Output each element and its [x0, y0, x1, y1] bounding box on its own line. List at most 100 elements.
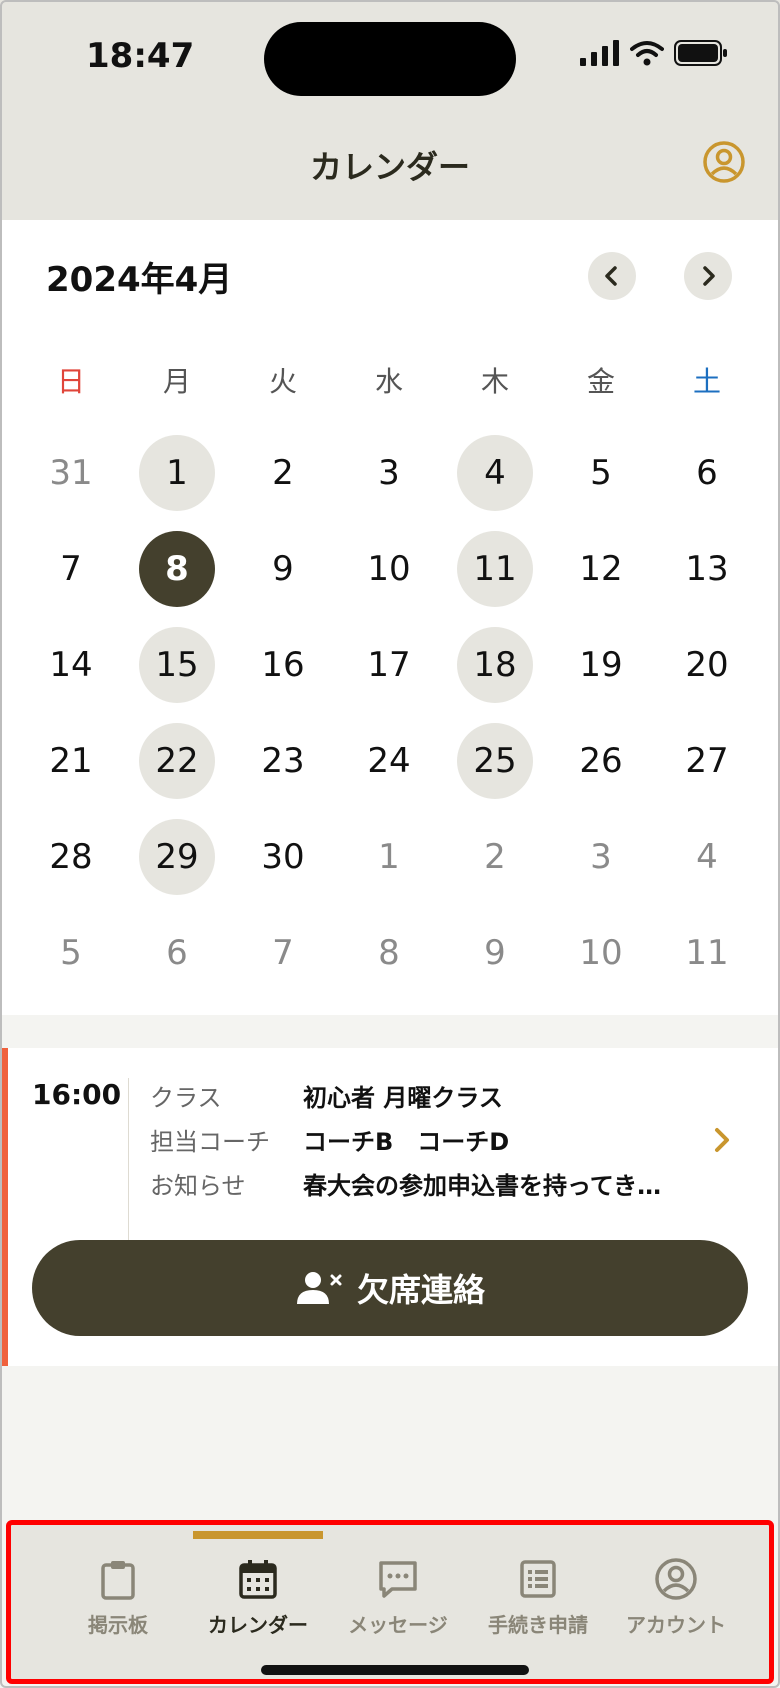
calendar-day[interactable]: 1 [336, 809, 442, 905]
calendar-day[interactable]: 27 [654, 713, 760, 809]
calendar-day-number: 17 [367, 645, 411, 685]
event-notice-label: お知らせ [150, 1172, 246, 1200]
calendar-day-number: 14 [49, 645, 93, 685]
status-icons [580, 40, 728, 66]
calendar-day[interactable]: 23 [230, 713, 336, 809]
calendar-day-number: 11 [457, 531, 533, 607]
clipboard-icon [101, 1561, 135, 1600]
calendar-day[interactable]: 10 [548, 905, 654, 1001]
calendar-day-number: 3 [590, 837, 612, 877]
calendar-day[interactable]: 5 [18, 905, 124, 1001]
calendar-day[interactable]: 14 [18, 617, 124, 713]
calendar-day[interactable]: 21 [18, 713, 124, 809]
calendar-day-number: 9 [484, 933, 506, 973]
event-notice-value: 春大会の参加申込書を持ってき… [303, 1172, 662, 1200]
calendar-day-number: 12 [579, 549, 623, 589]
next-month-button[interactable] [684, 252, 732, 300]
calendar-day-number: 10 [579, 933, 623, 973]
message-icon [379, 1561, 417, 1598]
calendar-day[interactable]: 16 [230, 617, 336, 713]
event-coach-value: コーチB コーチD [303, 1128, 510, 1156]
calendar-day[interactable]: 6 [124, 905, 230, 1001]
calendar-day[interactable]: 28 [18, 809, 124, 905]
calendar-day-with-event[interactable]: 11 [442, 521, 548, 617]
page-title: カレンダー [309, 148, 470, 186]
calendar-day[interactable]: 10 [336, 521, 442, 617]
calendar-day-number: 26 [579, 741, 623, 781]
tab-procedures[interactable]: 手続き申請 [473, 1557, 603, 1638]
calendar-day-number: 6 [696, 453, 718, 493]
calendar-day[interactable]: 5 [548, 425, 654, 521]
prev-month-button[interactable] [588, 252, 636, 300]
calendar-day[interactable]: 13 [654, 521, 760, 617]
weekday-label: 金 [586, 365, 615, 398]
calendar-day[interactable]: 6 [654, 425, 760, 521]
event-detail-chevron-icon[interactable] [708, 1124, 736, 1156]
list-document-icon [520, 1560, 556, 1598]
calendar-day-with-event[interactable]: 25 [442, 713, 548, 809]
tab-label: 手続き申請 [488, 1613, 588, 1637]
tab-bulletin-board[interactable]: 掲示板 [53, 1557, 183, 1638]
tab-account[interactable]: アカウント [611, 1557, 741, 1638]
calendar-day[interactable]: 8 [336, 905, 442, 1001]
calendar-day-with-event[interactable]: 18 [442, 617, 548, 713]
calendar-day-with-event[interactable]: 1 [124, 425, 230, 521]
event-class-value: 初心者 月曜クラス [303, 1084, 503, 1112]
calendar-day[interactable]: 9 [230, 521, 336, 617]
tab-calendar[interactable]: カレンダー [193, 1557, 323, 1638]
calendar-day-number: 29 [139, 819, 215, 895]
calendar-day[interactable]: 17 [336, 617, 442, 713]
calendar-day-with-event[interactable]: 15 [124, 617, 230, 713]
calendar-day[interactable]: 2 [442, 809, 548, 905]
calendar-day[interactable]: 11 [654, 905, 760, 1001]
calendar-day[interactable]: 9 [442, 905, 548, 1001]
calendar-day[interactable]: 26 [548, 713, 654, 809]
calendar-day-number: 27 [685, 741, 729, 781]
calendar-day-with-event[interactable]: 29 [124, 809, 230, 905]
chevron-right-icon [703, 266, 715, 286]
calendar-day-number: 10 [367, 549, 411, 589]
calendar-day-number: 11 [685, 933, 729, 973]
calendar-day-number: 19 [579, 645, 623, 685]
calendar-day[interactable]: 30 [230, 809, 336, 905]
calendar-grid: 31 1 2 3 4 5 6 7 8 9 10 11 12 13 14 15 16 17 18 19 20 21 22 23 2… [18, 425, 762, 1001]
tab-label: カレンダー [208, 1613, 308, 1637]
divider [128, 1078, 129, 1240]
calendar-day-selected[interactable]: 8 [124, 521, 230, 617]
event-card: 16:00 クラス 初心者 月曜クラス 担当コーチ コーチB コーチD お知らせ… [0, 1048, 780, 1366]
calendar-day[interactable]: 3 [336, 425, 442, 521]
home-indicator [261, 1665, 529, 1675]
calendar-day-with-event[interactable]: 22 [124, 713, 230, 809]
calendar-day-with-event[interactable]: 4 [442, 425, 548, 521]
calendar-day[interactable]: 31 [18, 425, 124, 521]
status-time: 18:47 [86, 36, 195, 76]
tab-label: 掲示板 [88, 1613, 148, 1637]
weekday-label: 水 [374, 365, 403, 398]
weekday-header: 日 月 火 水 木 金 土 [18, 360, 762, 400]
event-class-label: クラス [150, 1084, 222, 1112]
chevron-left-icon [605, 266, 617, 286]
calendar-icon [239, 1560, 277, 1599]
calendar-day-number: 15 [139, 627, 215, 703]
calendar-day[interactable]: 19 [548, 617, 654, 713]
calendar-day[interactable]: 12 [548, 521, 654, 617]
absence-report-button[interactable]: 欠席連絡 [32, 1240, 748, 1336]
event-coach-label: 担当コーチ [150, 1128, 270, 1156]
calendar-day[interactable]: 7 [18, 521, 124, 617]
signal-icon [580, 40, 619, 66]
account-circle-icon[interactable] [702, 140, 746, 184]
calendar-day[interactable]: 20 [654, 617, 760, 713]
calendar-day[interactable]: 7 [230, 905, 336, 1001]
calendar-day[interactable]: 4 [654, 809, 760, 905]
calendar-day-number: 20 [685, 645, 729, 685]
wifi-icon [630, 41, 664, 66]
event-notice-row: お知らせ 春大会の参加申込書を持ってき… [150, 1166, 661, 1201]
calendar-day[interactable]: 24 [336, 713, 442, 809]
calendar-day[interactable]: 2 [230, 425, 336, 521]
calendar-day-number: 4 [457, 435, 533, 511]
calendar-day[interactable]: 3 [548, 809, 654, 905]
tab-messages[interactable]: メッセージ [333, 1557, 463, 1638]
dynamic-island [264, 22, 516, 96]
calendar-day-number: 13 [685, 549, 729, 589]
weekday-label: 土 [692, 365, 721, 398]
